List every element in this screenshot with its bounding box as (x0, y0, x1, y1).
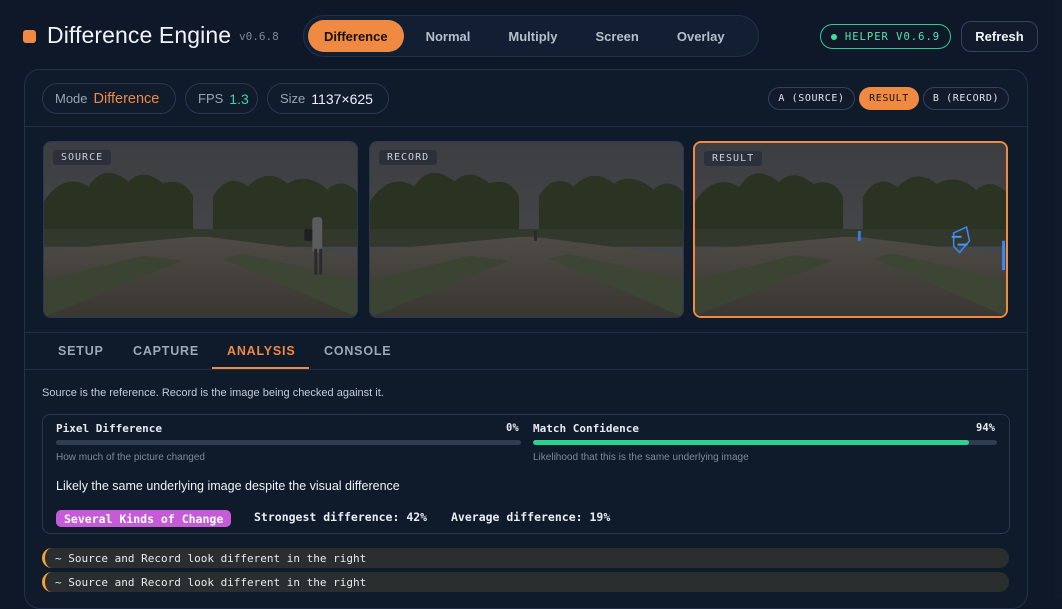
tab-console[interactable]: CONSOLE (324, 344, 391, 358)
status-dot-icon (830, 33, 837, 40)
divider (25, 126, 1027, 127)
mode-stat-value: Difference (93, 90, 160, 107)
helper-status-badge: HELPER V0.6.9 (820, 24, 951, 49)
refresh-button[interactable]: Refresh (961, 21, 1038, 52)
tab-analysis[interactable]: ANALYSIS (227, 344, 295, 358)
analysis-description: Source is the reference. Record is the i… (42, 387, 384, 399)
strongest-difference: Strongest difference: 42% (254, 510, 428, 524)
tab-capture[interactable]: CAPTURE (133, 344, 199, 358)
fps-stat: FPS 1.3 (185, 83, 258, 114)
pixel-difference-subtitle: How much of the picture changed (56, 452, 205, 463)
match-confidence-percent: 94% (976, 422, 995, 434)
fps-stat-value: 1.3 (229, 90, 249, 107)
app-header: Difference Engine v0.6.8 Difference Norm… (0, 0, 1062, 72)
mode-stat: Mode Difference (42, 83, 176, 114)
record-image[interactable]: RECORD (369, 141, 684, 318)
log-entry: ~ Source and Record look different in th… (42, 548, 1009, 568)
pixel-difference-title: Pixel Difference (56, 422, 162, 435)
divider (25, 332, 1027, 333)
match-confidence-bar-fill (533, 440, 970, 445)
mode-button-screen[interactable]: Screen (579, 20, 654, 52)
divider (25, 369, 1027, 370)
mode-button-difference[interactable]: Difference (308, 20, 404, 52)
pixel-difference-bar (56, 440, 521, 445)
size-stat-label: Size (280, 91, 306, 106)
source-image-label: SOURCE (53, 150, 112, 165)
mode-button-overlay[interactable]: Overlay (661, 20, 741, 52)
log-entry: ~ Source and Record look different in th… (42, 572, 1009, 592)
result-image-label: RESULT (704, 151, 763, 166)
source-image[interactable]: SOURCE (43, 141, 358, 318)
page-scrollbar[interactable] (1055, 0, 1062, 599)
helper-status-label: HELPER V0.6.9 (844, 30, 941, 43)
record-photo (370, 142, 683, 317)
result-photo (695, 143, 1006, 316)
change-kind-badge: Several Kinds of Change (56, 510, 232, 527)
app-title: Difference Engine (47, 22, 232, 48)
view-result-button[interactable]: RESULT (859, 87, 919, 110)
view-source-button[interactable]: A (SOURCE) (768, 87, 855, 110)
app-version: v0.6.8 (239, 30, 279, 43)
main-panel: Mode Difference FPS 1.3 Size 1137×625 A … (24, 69, 1028, 609)
fps-stat-label: FPS (198, 91, 224, 106)
mode-button-normal[interactable]: Normal (410, 20, 487, 52)
size-stat: Size 1137×625 (267, 83, 389, 114)
mode-button-multiply[interactable]: Multiply (492, 20, 573, 52)
match-confidence-subtitle: Likelihood that this is the same underly… (533, 452, 749, 463)
brand-logo-icon (23, 30, 36, 43)
match-confidence-title: Match Confidence (533, 422, 639, 435)
analysis-verdict: Likely the same underlying image despite… (56, 479, 400, 493)
analysis-card: Pixel Difference 0% How much of the pict… (42, 414, 1010, 534)
blend-mode-selector: Difference Normal Multiply Screen Overla… (303, 15, 759, 57)
source-photo (44, 142, 357, 317)
record-image-label: RECORD (379, 150, 438, 165)
size-stat-value: 1137×625 (311, 90, 373, 107)
mode-stat-label: Mode (55, 91, 88, 106)
pixel-difference-percent: 0% (506, 422, 519, 434)
result-image[interactable]: RESULT (693, 141, 1008, 318)
view-record-button[interactable]: B (RECORD) (923, 87, 1009, 110)
match-confidence-bar (533, 440, 997, 445)
average-difference: Average difference: 19% (451, 510, 611, 524)
tab-setup[interactable]: SETUP (58, 344, 104, 358)
